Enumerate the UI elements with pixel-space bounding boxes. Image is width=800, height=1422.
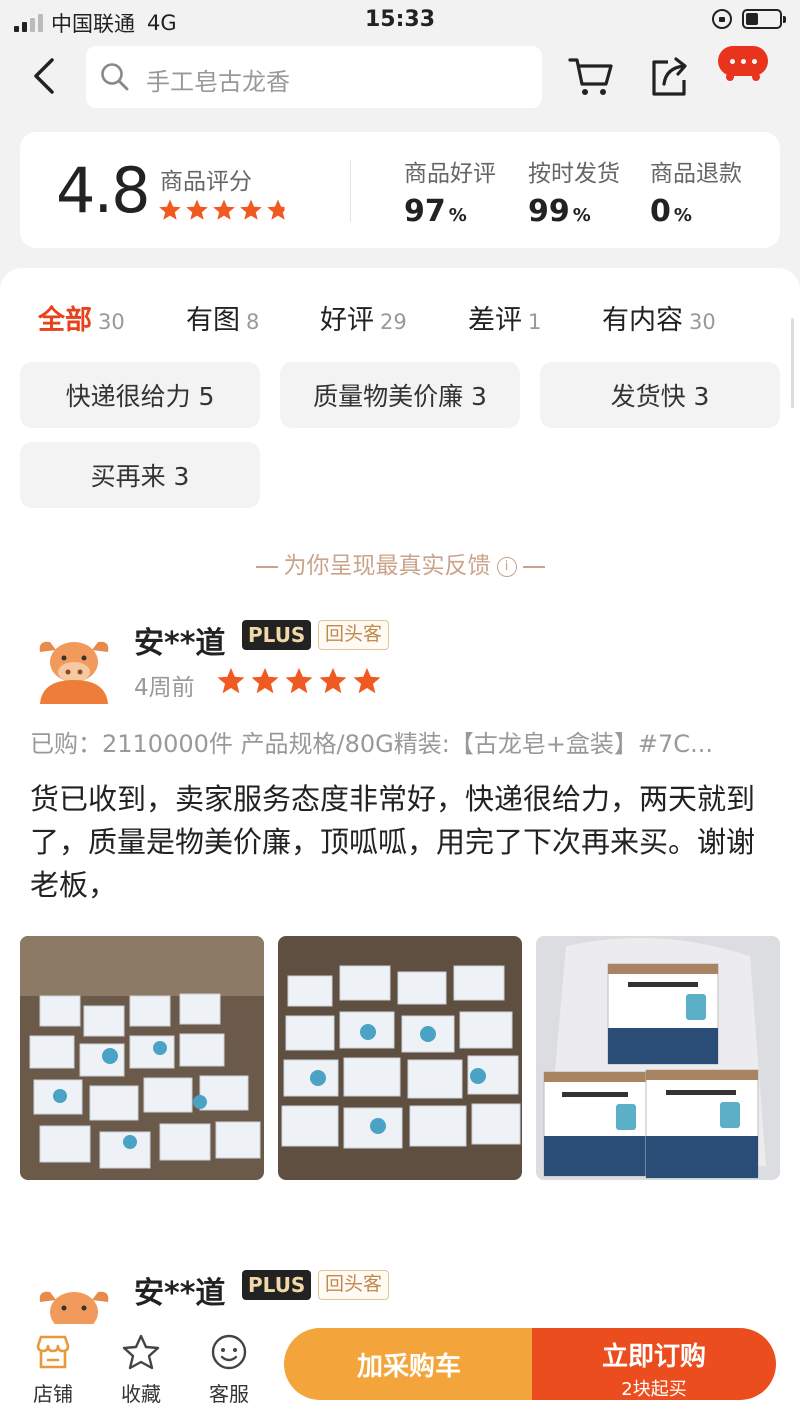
- back-arrow-icon[interactable]: [28, 56, 64, 96]
- reviewer-name: 安**道: [134, 1276, 226, 1311]
- scrollbar[interactable]: [791, 318, 794, 408]
- tag-chip[interactable]: 买再来 3: [20, 442, 260, 508]
- clock: 15:33: [364, 7, 436, 32]
- purchase-info: 已购：2110000件 产品规格/80G精装:【古龙皂+盒装】#7C...: [30, 730, 713, 758]
- divider: [255, 565, 278, 568]
- stat-label: 商品退款: [650, 161, 742, 187]
- star-icon: [217, 667, 245, 694]
- review-photo[interactable]: [536, 936, 780, 1180]
- review-filter-tabs: 全部 30 有图 8 好评 29 差评 1 有内容 30: [38, 298, 778, 338]
- status-bar: 中国联通 4G 15:33: [0, 0, 800, 42]
- star-icon: [213, 199, 235, 220]
- notice-text: 为你呈现最真实反馈: [283, 553, 491, 579]
- divider: [522, 565, 545, 568]
- authentic-feedback-notice: 为你呈现最真实反馈 i: [0, 546, 800, 580]
- battery-icon: [742, 9, 786, 29]
- rating-summary-card: 4.8 商品评分 商品好评 97% 按时发货 99% 商品退款 0%: [20, 132, 780, 248]
- review-item: 安**道 PLUS 回头客 4周前 已购：2110000件 产品规格/80G精装…: [0, 608, 800, 1188]
- more-menu-icon[interactable]: [718, 46, 768, 81]
- star-icon: [285, 667, 313, 694]
- shop-label: 店铺: [33, 1382, 73, 1406]
- tag-chip[interactable]: 快递很给力 5: [20, 362, 260, 428]
- star-icon: [319, 667, 347, 694]
- reviewer-name: 安**道: [134, 626, 226, 661]
- tag-chip[interactable]: 质量物美价廉 3: [280, 362, 520, 428]
- stat-label: 商品好评: [404, 161, 496, 187]
- stat-value: 97%: [404, 194, 467, 229]
- status-right: [712, 9, 786, 29]
- repeat-customer-badge: 回头客: [318, 1270, 390, 1300]
- service-label: 客服: [209, 1382, 249, 1406]
- review-time: 4周前: [134, 675, 195, 701]
- shop-icon: [36, 1335, 70, 1369]
- plus-member-badge: PLUS: [242, 1270, 312, 1300]
- stat-good-rate: 商品好评 97%: [404, 154, 496, 229]
- star-icon: [353, 667, 381, 694]
- stat-label: 按时发货: [528, 161, 620, 187]
- review-photo[interactable]: [278, 936, 522, 1180]
- star-icon: [240, 199, 262, 220]
- service-face-icon: [211, 1334, 247, 1370]
- summary-stars: [158, 198, 290, 222]
- star-icon: [267, 199, 289, 220]
- cart-icon[interactable]: [568, 56, 614, 98]
- stat-value: 99%: [528, 194, 591, 229]
- search-placeholder: 手工皂古龙香: [146, 68, 290, 96]
- star-outline-icon: [122, 1334, 160, 1370]
- tab-with-photos[interactable]: 有图 8: [186, 298, 259, 337]
- divider: [350, 160, 351, 222]
- star-icon: [251, 667, 279, 694]
- review-panel: 全部 30 有图 8 好评 29 差评 1 有内容 30 快递很给力 5 质量物美价廉 3…: [0, 268, 800, 1328]
- share-icon[interactable]: [648, 56, 690, 98]
- overall-score: 4.8: [56, 154, 151, 227]
- tab-negative[interactable]: 差评 1: [468, 298, 541, 337]
- tab-positive[interactable]: 好评 29: [320, 298, 407, 337]
- bottom-action-bar: 店铺 收藏 客服 加采购车 立即订购 2块起买: [0, 1328, 800, 1422]
- search-icon: [101, 63, 129, 91]
- star-icon: [186, 199, 208, 220]
- tab-all[interactable]: 全部 30: [38, 298, 125, 337]
- plus-member-badge: PLUS: [242, 620, 312, 650]
- buy-now-label: 立即订购: [601, 1342, 706, 1372]
- review-item: 安**道 PLUS 回头客: [0, 1264, 800, 1324]
- score-label: 商品评分: [160, 169, 252, 195]
- review-stars: [216, 666, 382, 696]
- info-icon[interactable]: i: [496, 556, 517, 577]
- stat-value: 0%: [650, 194, 692, 229]
- review-photos: [20, 936, 780, 1180]
- top-nav: 手工皂古龙香: [0, 42, 800, 122]
- favorite-label: 收藏: [121, 1382, 161, 1406]
- star-icon: [159, 199, 181, 220]
- favorite-button[interactable]: 收藏: [106, 1332, 176, 1407]
- buy-now-button[interactable]: 立即订购 2块起买: [532, 1328, 776, 1400]
- stat-ontime-ship: 按时发货 99%: [528, 154, 620, 229]
- stat-refund-rate: 商品退款 0%: [650, 154, 742, 229]
- review-photo[interactable]: [20, 936, 264, 1180]
- tag-chip[interactable]: 发货快 3: [540, 362, 780, 428]
- add-to-cart-button[interactable]: 加采购车: [284, 1328, 534, 1400]
- rotation-lock-icon: [712, 9, 732, 29]
- repeat-customer-badge: 回头客: [318, 620, 390, 650]
- min-order-label: 2块起买: [621, 1379, 687, 1400]
- shop-button[interactable]: 店铺: [18, 1332, 88, 1407]
- avatar[interactable]: [36, 1278, 112, 1324]
- customer-service-button[interactable]: 客服: [194, 1332, 264, 1407]
- search-input[interactable]: 手工皂古龙香: [86, 46, 542, 108]
- tab-with-content[interactable]: 有内容 30: [602, 298, 716, 337]
- avatar[interactable]: [36, 628, 112, 704]
- review-text: 货已收到，卖家服务态度非常好，快递很给力，两天就到了，质量是物美价廉，顶呱呱，用…: [30, 782, 756, 902]
